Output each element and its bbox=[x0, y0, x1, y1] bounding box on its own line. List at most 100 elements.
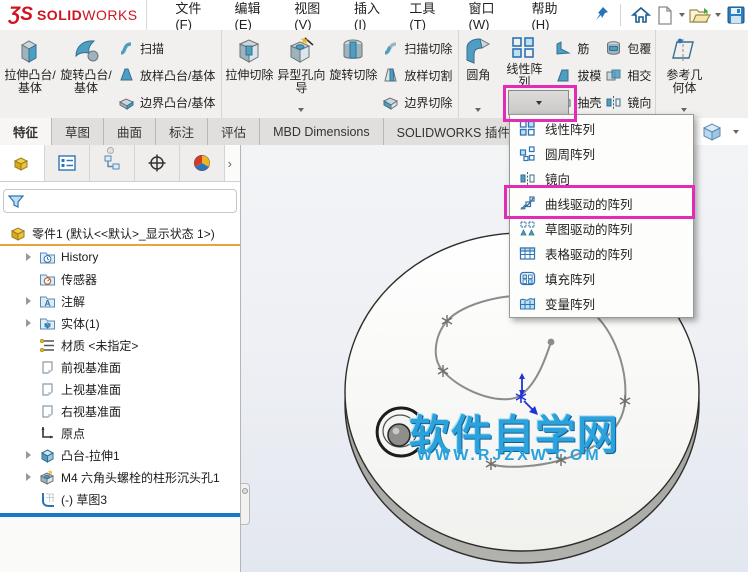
new-document-button[interactable] bbox=[653, 3, 677, 27]
hole-wizard-button[interactable]: 异型孔向导 bbox=[274, 32, 328, 118]
tree-item-label: (-) 草图3 bbox=[61, 492, 107, 507]
tree-item-top-plane[interactable]: 上视基准面 bbox=[0, 378, 240, 400]
revolved-boss-label: 旋转凸台/基体 bbox=[60, 68, 112, 95]
reference-geometry-dropdown-icon[interactable] bbox=[681, 108, 688, 112]
annotations-folder-icon: A bbox=[40, 296, 55, 308]
drawing-view-icon[interactable] bbox=[700, 122, 724, 142]
draft-button[interactable]: 拔模 bbox=[555, 64, 601, 86]
panel-empty-area bbox=[0, 517, 240, 572]
tab-dimxpertmanager[interactable] bbox=[135, 145, 180, 181]
expand-arrow-icon[interactable] bbox=[25, 253, 31, 261]
tab-featuremanager-tree[interactable] bbox=[0, 145, 45, 181]
splitter-grip-icon bbox=[242, 488, 248, 494]
swept-cut-button[interactable]: 扫描切除 bbox=[382, 37, 452, 59]
tree-item-m4-counterbore-hole[interactable]: M4 六角头螺栓的柱形沉头孔1 bbox=[0, 466, 240, 488]
panel-splitter-handle[interactable] bbox=[241, 483, 250, 525]
reference-geometry-button[interactable]: 参考几何体 bbox=[658, 32, 710, 118]
linear-pattern-flyout-button[interactable] bbox=[508, 90, 569, 115]
boundary-boss-button[interactable]: 边界凸台/基体 bbox=[118, 91, 215, 113]
revolved-cut-button[interactable]: 旋转切除 bbox=[328, 32, 378, 118]
tree-filter-input[interactable] bbox=[3, 189, 237, 213]
linear-pattern-icon bbox=[512, 37, 535, 58]
menubar-separator bbox=[619, 4, 621, 26]
property-list-icon bbox=[58, 155, 76, 171]
new-document-dropdown-icon[interactable] bbox=[679, 13, 686, 17]
origin-icon bbox=[41, 426, 53, 438]
fill-pattern-icon bbox=[519, 271, 536, 286]
tree-item-right-plane[interactable]: 右视基准面 bbox=[0, 400, 240, 422]
tree-item-material[interactable]: 材质 <未指定> bbox=[0, 334, 240, 356]
expand-arrow-icon[interactable] bbox=[25, 297, 31, 305]
fillet-button[interactable]: 圆角 bbox=[461, 32, 495, 118]
hole-wizard-dropdown-icon[interactable] bbox=[298, 108, 305, 112]
boss-stack: 扫描 放样凸台/基体 边界凸台/基体 bbox=[114, 32, 219, 118]
tab-evaluate[interactable]: 评估 bbox=[208, 118, 261, 145]
dimxpert-crosshair-icon bbox=[148, 154, 166, 172]
tab-annotation[interactable]: 标注 bbox=[156, 118, 209, 145]
tab-propertymanager[interactable] bbox=[45, 145, 90, 181]
menu-item-circular-pattern[interactable]: 圆周阵列 bbox=[510, 141, 693, 166]
menu-item-fill-pattern[interactable]: 填充阵列 bbox=[510, 266, 693, 291]
expand-arrow-icon[interactable] bbox=[25, 451, 31, 459]
tree-item-sensors[interactable]: 传感器 bbox=[0, 268, 240, 290]
curve-driven-pattern-icon bbox=[520, 196, 535, 210]
swept-boss-icon bbox=[120, 41, 132, 55]
fillet-label: 圆角 bbox=[466, 68, 491, 82]
heads-up-dropdown-icon[interactable] bbox=[733, 129, 739, 134]
tree-root-part[interactable]: 零件1 (默认<<默认>_显示状态 1>) bbox=[0, 222, 240, 246]
intersect-button[interactable]: 相交 bbox=[605, 64, 651, 86]
selected-point-marker[interactable] bbox=[515, 373, 538, 415]
menu-item-mirror[interactable]: 镜向 bbox=[510, 166, 693, 191]
swept-boss-button[interactable]: 扫描 bbox=[118, 37, 215, 59]
extruded-boss-button[interactable]: 拉伸凸台/基体 bbox=[2, 32, 58, 118]
linear-pattern-button[interactable]: 线性阵列 bbox=[495, 32, 553, 94]
revolved-boss-button[interactable]: 旋转凸台/基体 bbox=[58, 32, 114, 118]
tab-surfaces[interactable]: 曲面 bbox=[104, 118, 157, 145]
fillet-dropdown-icon[interactable] bbox=[475, 108, 482, 112]
mirror-button[interactable]: 镜向 bbox=[605, 91, 651, 113]
tab-mbd-dimensions[interactable]: MBD Dimensions bbox=[260, 118, 384, 145]
reference-geometry-icon bbox=[672, 38, 695, 61]
lofted-cut-button[interactable]: 放样切割 bbox=[382, 64, 452, 86]
tree-item-label: 材质 <未指定> bbox=[61, 338, 139, 353]
rib-button[interactable]: 筋 bbox=[555, 37, 601, 59]
tree-item-origin[interactable]: 原点 bbox=[0, 422, 240, 444]
panel-tabs-overflow[interactable]: › bbox=[225, 145, 240, 181]
tab-displaymanager[interactable] bbox=[180, 145, 225, 181]
tab-sketch[interactable]: 草图 bbox=[52, 118, 105, 145]
material-icon bbox=[39, 338, 54, 352]
tree-item-label: History bbox=[61, 250, 99, 264]
tree-item-history[interactable]: History bbox=[0, 246, 240, 268]
solidworks-logo: ƷS SOLIDWORKS bbox=[0, 0, 148, 30]
tree-item-front-plane[interactable]: 前视基准面 bbox=[0, 356, 240, 378]
lofted-boss-button[interactable]: 放样凸台/基体 bbox=[118, 64, 215, 86]
shell-label: 抽壳 bbox=[577, 95, 602, 110]
save-button[interactable] bbox=[724, 3, 748, 27]
revolved-cut-icon bbox=[343, 39, 363, 59]
tree-item-boss-extrude1[interactable]: 凸台-拉伸1 bbox=[0, 444, 240, 466]
home-button[interactable] bbox=[629, 3, 653, 27]
pin-menu-icon[interactable] bbox=[592, 6, 612, 25]
menu-item-variable-pattern[interactable]: 变量阵列 bbox=[510, 291, 693, 316]
open-button[interactable] bbox=[688, 3, 712, 27]
panel-grip-dot[interactable] bbox=[107, 147, 114, 154]
menu-item-table-driven-pattern[interactable]: 表格驱动的阵列 bbox=[510, 241, 693, 266]
tree-item-annotations[interactable]: A 注解 bbox=[0, 290, 240, 312]
boundary-cut-button[interactable]: 边界切除 bbox=[382, 91, 452, 113]
wrap-label: 包覆 bbox=[627, 41, 652, 56]
menu-item-linear-pattern[interactable]: 线性阵列 bbox=[510, 116, 693, 141]
open-dropdown-icon[interactable] bbox=[715, 13, 722, 17]
tree-item-label: 上视基准面 bbox=[61, 382, 122, 397]
tab-features[interactable]: 特征 bbox=[0, 118, 53, 145]
tree-item-solid-bodies[interactable]: 实体(1) bbox=[0, 312, 240, 334]
menu-item-curve-driven-pattern[interactable]: 曲线驱动的阵列 bbox=[510, 191, 693, 216]
tree-item-sketch3[interactable]: (-) 草图3 bbox=[0, 488, 240, 510]
wrap-button[interactable]: 包覆 bbox=[605, 37, 651, 59]
menu-item-sketch-driven-pattern[interactable]: 草图驱动的阵列 bbox=[510, 216, 693, 241]
extruded-boss-icon bbox=[20, 40, 38, 63]
tab-solidworks-addins[interactable]: SOLIDWORKS 插件 bbox=[383, 118, 524, 145]
extruded-cut-button[interactable]: 拉伸切除 bbox=[224, 32, 274, 118]
expand-arrow-icon[interactable] bbox=[25, 473, 31, 481]
solidworks-window: ƷS SOLIDWORKS 文件(F) 编辑(E) 视图(V) 插入(I) 工具… bbox=[0, 0, 748, 572]
expand-arrow-icon[interactable] bbox=[25, 319, 31, 327]
